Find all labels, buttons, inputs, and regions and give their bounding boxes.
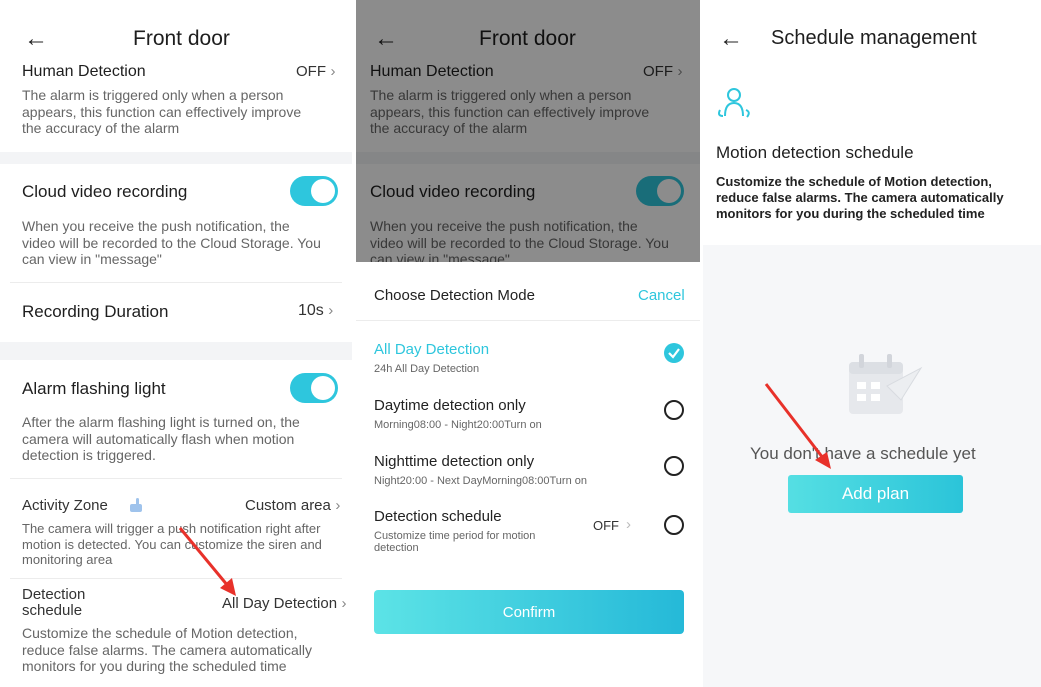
front-door-settings-screen: ← Front door Human Detection OFF › The a… [0, 0, 352, 687]
detection-mode-sheet: Choose Detection Mode Cancel All Day Det… [356, 262, 700, 687]
radio-button[interactable] [664, 515, 684, 535]
option-subtitle: Morning08:00 - Night20:00Turn on [374, 419, 542, 431]
divider [356, 320, 700, 321]
confirm-button[interactable]: Confirm [374, 590, 684, 634]
annotation-arrow [178, 527, 236, 596]
sheet-title: Choose Detection Mode [374, 287, 535, 304]
option-title: Detection schedule [374, 508, 502, 525]
chevron-right-icon: › [626, 516, 631, 533]
option-subtitle: 24h All Day Detection [374, 363, 480, 375]
annotation-arrow [764, 383, 831, 469]
option-nighttime-detection[interactable]: Nighttime detection only Night20:00 - Ne… [356, 446, 700, 496]
checkmark-icon[interactable] [664, 343, 684, 363]
schedule-management-screen: ← Schedule management Motion detection s… [703, 0, 1041, 687]
dim-overlay[interactable] [356, 0, 700, 262]
cancel-button[interactable]: Cancel [638, 287, 685, 304]
option-title: Daytime detection only [374, 397, 526, 414]
option-all-day-detection[interactable]: All Day Detection 24h All Day Detection [356, 334, 700, 384]
option-subtitle: Customize time period for motion detecti… [374, 530, 536, 554]
option-title: Nighttime detection only [374, 453, 535, 470]
option-detection-schedule[interactable]: Detection schedule Customize time period… [356, 502, 700, 562]
option-subtitle: Night20:00 - Next DayMorning08:00Turn on [374, 475, 587, 487]
schedule-status-value: OFF [593, 518, 619, 533]
radio-button[interactable] [664, 400, 684, 420]
option-title: All Day Detection [374, 341, 490, 358]
radio-button[interactable] [664, 456, 684, 476]
option-daytime-detection[interactable]: Daytime detection only Morning08:00 - Ni… [356, 390, 700, 440]
detection-mode-screen: ← Front door Human Detection OFF › The a… [356, 0, 700, 687]
